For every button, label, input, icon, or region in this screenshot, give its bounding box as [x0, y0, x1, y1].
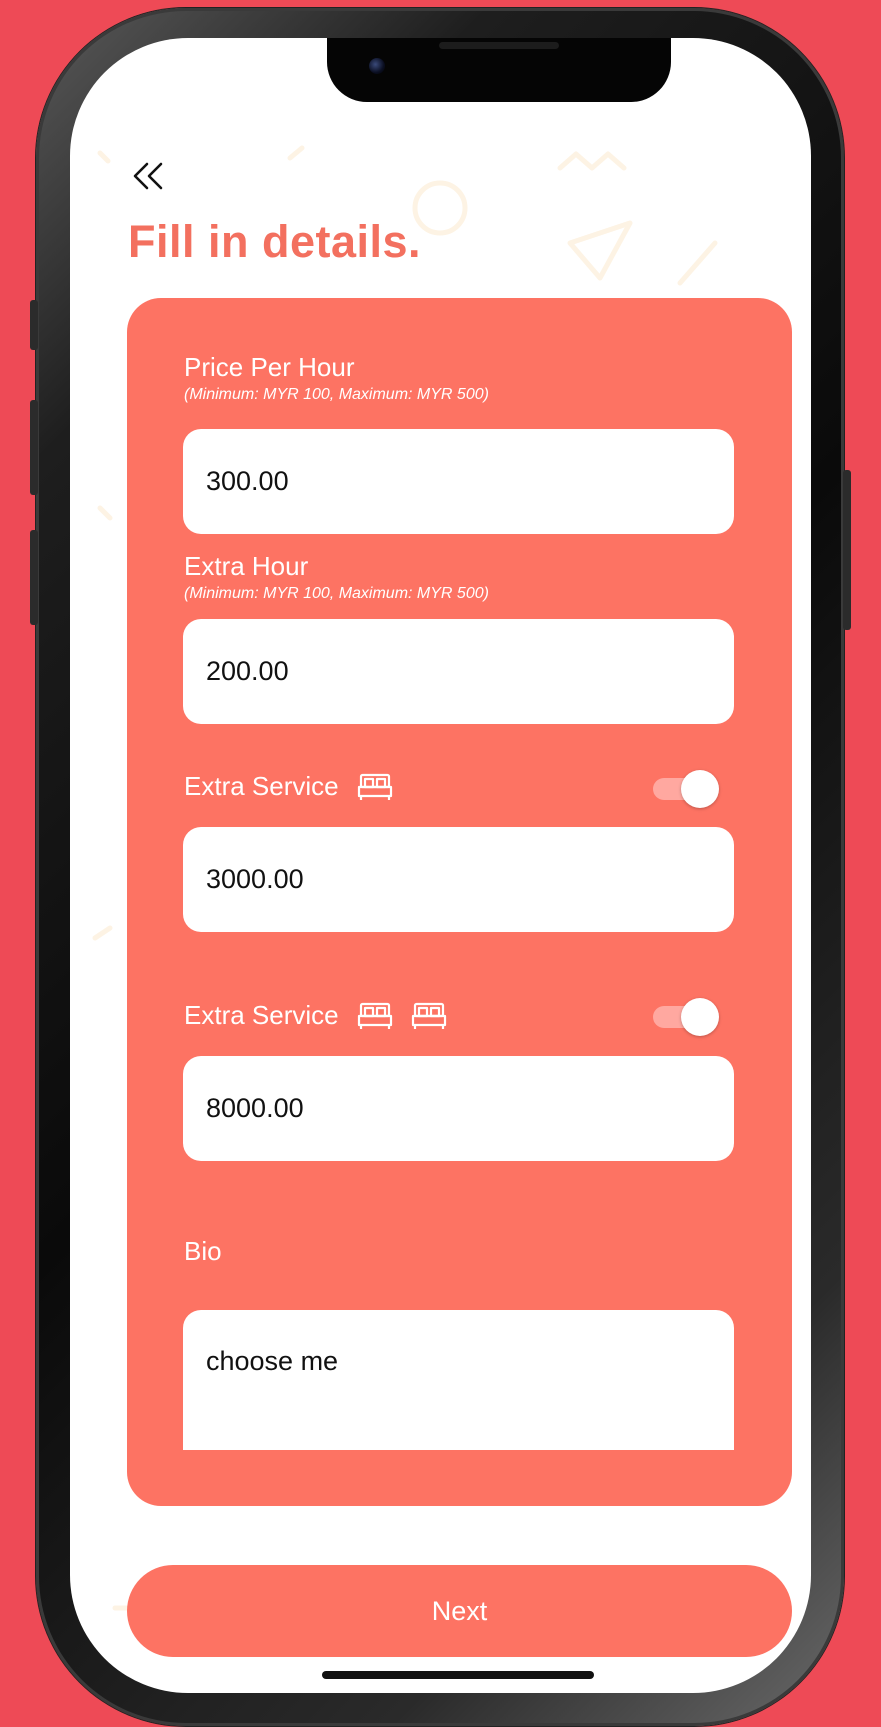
extra-service-single-label: Extra Service [184, 771, 339, 801]
extra-service-single-row: Extra Service [184, 771, 393, 802]
bio-label: Bio [184, 1236, 222, 1266]
bed-icon [357, 1002, 392, 1029]
extra-service-double-row: Extra Service [184, 1000, 447, 1031]
extra-service-single-value: 3000.00 [206, 864, 304, 894]
extra-service-double-value: 8000.00 [206, 1093, 304, 1123]
toggle-knob [681, 770, 719, 808]
extra-service-single-input[interactable]: 3000.00 [183, 827, 734, 932]
price-per-hour-hint: (Minimum: MYR 100, Maximum: MYR 500) [184, 386, 489, 403]
extra-hour-label: Extra Hour [184, 551, 309, 581]
double-chevron-left-icon [133, 162, 163, 190]
earpiece-speaker [439, 42, 559, 49]
price-per-hour-value: 300.00 [206, 466, 289, 496]
bed-icon [357, 773, 392, 800]
power-button [843, 470, 851, 630]
home-indicator[interactable] [322, 1671, 594, 1679]
phone-screen: Fill in details. Price Per Hour (Minimum… [70, 38, 811, 1693]
extra-hour-hint: (Minimum: MYR 100, Maximum: MYR 500) [184, 585, 489, 602]
extra-service-single-toggle[interactable] [653, 770, 719, 808]
back-button[interactable] [128, 156, 168, 196]
extra-service-double-toggle[interactable] [653, 998, 719, 1036]
volume-up-button [30, 400, 38, 495]
bio-textarea[interactable]: choose me [183, 1310, 734, 1450]
volume-down-button [30, 530, 38, 625]
next-button[interactable]: Next [127, 1565, 792, 1657]
extra-service-double-label: Extra Service [184, 1000, 339, 1030]
price-per-hour-input[interactable]: 300.00 [183, 429, 734, 534]
silent-switch [30, 300, 38, 350]
front-camera [369, 58, 385, 74]
toggle-knob [681, 998, 719, 1036]
extra-hour-value: 200.00 [206, 656, 289, 686]
extra-hour-input[interactable]: 200.00 [183, 619, 734, 724]
details-form-card: Price Per Hour (Minimum: MYR 100, Maximu… [127, 298, 792, 1506]
bio-value: choose me [206, 1346, 339, 1376]
bed-icon [411, 1002, 446, 1029]
page-title: Fill in details. [128, 216, 422, 267]
form-scroll-area[interactable]: Price Per Hour (Minimum: MYR 100, Maximu… [127, 298, 792, 1450]
price-per-hour-label: Price Per Hour [184, 352, 355, 382]
extra-service-double-input[interactable]: 8000.00 [183, 1056, 734, 1161]
notch [327, 38, 671, 102]
